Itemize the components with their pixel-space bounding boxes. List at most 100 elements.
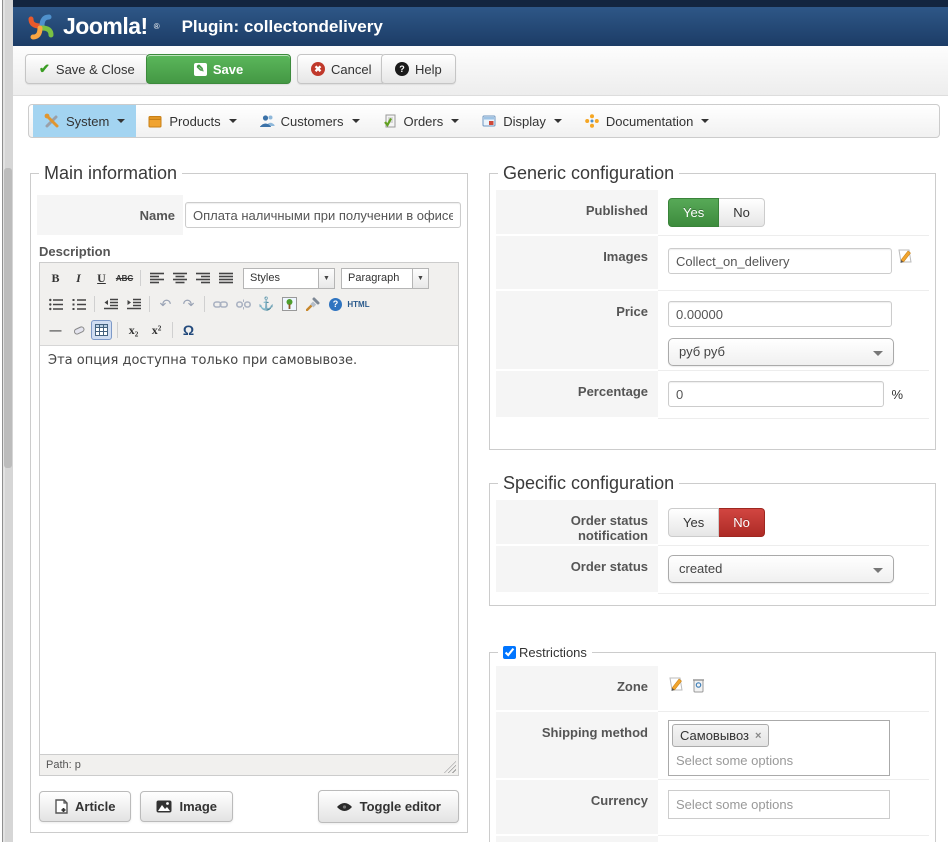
editor-path-bar: Path: p bbox=[40, 754, 458, 775]
image-button[interactable]: Image bbox=[140, 791, 234, 822]
insert-image-button[interactable] bbox=[279, 294, 300, 314]
chevron-down-icon bbox=[351, 119, 360, 123]
percent-suffix: % bbox=[891, 387, 904, 402]
price-label: Price bbox=[496, 291, 658, 371]
subscript-button[interactable]: x₂ bbox=[123, 320, 144, 340]
published-yes-button[interactable]: Yes bbox=[668, 198, 720, 227]
outdent-button[interactable] bbox=[100, 294, 121, 314]
table-button[interactable] bbox=[91, 320, 112, 340]
menu-item-documentation[interactable]: Documentation bbox=[573, 105, 720, 137]
save-button[interactable]: ✎ Save bbox=[146, 54, 291, 84]
undo-button[interactable]: ↶ bbox=[155, 294, 176, 314]
edit-pencil-icon[interactable] bbox=[897, 248, 913, 265]
order-status-label: Order status bbox=[496, 546, 658, 594]
generic-configuration-fieldset: Generic configuration Published Yes No I… bbox=[489, 163, 936, 450]
price-currency-select[interactable]: руб руб bbox=[668, 338, 894, 366]
clipped-next-row bbox=[496, 836, 929, 842]
article-icon bbox=[55, 799, 68, 814]
save-close-button[interactable]: ✔ Save & Close bbox=[25, 54, 149, 84]
menu-item-customers[interactable]: Customers bbox=[248, 105, 371, 137]
check-icon: ✔ bbox=[39, 61, 50, 76]
price-input[interactable] bbox=[668, 301, 892, 327]
redo-button[interactable]: ↷ bbox=[178, 294, 199, 314]
toolbar-separator bbox=[94, 296, 95, 312]
paragraph-format-select[interactable]: Paragraph ▼ bbox=[341, 267, 429, 289]
image-icon bbox=[156, 800, 172, 813]
zone-row: Zone bbox=[496, 666, 929, 712]
numbered-list-button[interactable] bbox=[68, 294, 89, 314]
bullet-list-button[interactable] bbox=[45, 294, 66, 314]
cancel-icon: ✖ bbox=[311, 62, 325, 76]
html-source-button[interactable]: HTML bbox=[347, 294, 369, 314]
align-right-button[interactable] bbox=[192, 268, 213, 288]
help-icon: ? bbox=[329, 297, 342, 311]
notification-yes-button[interactable]: Yes bbox=[668, 508, 720, 537]
wrench-icon bbox=[44, 113, 59, 128]
name-label: Name bbox=[37, 195, 183, 235]
generic-configuration-legend: Generic configuration bbox=[503, 163, 675, 183]
chevron-down-icon: ▼ bbox=[412, 268, 428, 288]
name-input[interactable] bbox=[185, 202, 461, 228]
remove-link-button[interactable] bbox=[233, 294, 254, 314]
menu-item-system[interactable]: System bbox=[33, 105, 137, 137]
restrictions-checkbox[interactable] bbox=[503, 646, 516, 659]
shipping-method-multiselect[interactable]: Самовывоз × Select some options bbox=[668, 720, 890, 776]
superscript-button[interactable]: x² bbox=[146, 320, 167, 340]
help-button[interactable]: ? Help bbox=[381, 54, 456, 84]
users-icon bbox=[259, 115, 275, 127]
bold-button[interactable]: B bbox=[45, 268, 66, 288]
zone-trash-icon[interactable] bbox=[692, 677, 705, 693]
anchor-button[interactable]: ⚓ bbox=[256, 294, 277, 314]
percentage-input[interactable] bbox=[668, 381, 884, 407]
remove-tag-icon[interactable]: × bbox=[755, 730, 761, 742]
menu-item-products[interactable]: Products bbox=[136, 105, 247, 137]
display-icon bbox=[482, 115, 496, 127]
menu-item-orders[interactable]: Orders bbox=[371, 105, 471, 137]
joomla-admin-page: Joomla! ® Plugin: collectondelivery ✔ Sa… bbox=[0, 0, 948, 842]
zone-edit-pencil-icon[interactable] bbox=[668, 676, 684, 693]
restrictions-legend: Restrictions bbox=[498, 645, 592, 660]
cleanup-brush-button[interactable] bbox=[302, 294, 323, 314]
styles-select[interactable]: Styles ▼ bbox=[243, 267, 335, 289]
indent-button[interactable] bbox=[123, 294, 144, 314]
insert-link-button[interactable] bbox=[210, 294, 231, 314]
scrollbar-thumb[interactable] bbox=[4, 168, 12, 468]
special-character-button[interactable]: Ω bbox=[178, 320, 199, 340]
notification-no-button[interactable]: No bbox=[719, 508, 765, 537]
currency-multiselect[interactable]: Select some options bbox=[668, 790, 890, 819]
page-title: Plugin: collectondelivery bbox=[181, 16, 383, 36]
left-scrollbar[interactable] bbox=[0, 0, 13, 842]
italic-button[interactable]: I bbox=[68, 268, 89, 288]
remove-formatting-button[interactable] bbox=[68, 320, 89, 340]
toolbar-separator bbox=[172, 322, 173, 338]
menu-item-display[interactable]: Display bbox=[470, 105, 573, 137]
cancel-button[interactable]: ✖ Cancel bbox=[297, 54, 386, 84]
chevron-down-icon bbox=[117, 119, 126, 123]
align-center-button[interactable] bbox=[169, 268, 190, 288]
align-justify-button[interactable] bbox=[215, 268, 236, 288]
header: Joomla! ® Plugin: collectondelivery bbox=[13, 0, 948, 46]
order-status-select[interactable]: created bbox=[668, 555, 894, 583]
strikethrough-button[interactable]: ABC bbox=[114, 268, 135, 288]
restrictions-fieldset: Restrictions Zone Shipping method Самовы… bbox=[489, 645, 936, 842]
resize-grip[interactable] bbox=[444, 761, 456, 773]
currency-label: Currency bbox=[496, 780, 658, 836]
eye-icon bbox=[336, 802, 352, 811]
order-status-row: Order status created bbox=[496, 546, 929, 594]
images-row: Images bbox=[496, 236, 929, 291]
images-input[interactable] bbox=[668, 248, 892, 274]
article-button[interactable]: Article bbox=[39, 791, 132, 822]
shipping-method-row: Shipping method Самовывоз × Select some … bbox=[496, 712, 929, 780]
editor-help-button[interactable]: ? bbox=[325, 294, 346, 314]
underline-button[interactable]: U bbox=[91, 268, 112, 288]
main-information-fieldset: Main information Name Description B I U … bbox=[30, 163, 468, 833]
toggle-editor-button[interactable]: Toggle editor bbox=[317, 790, 459, 823]
editor-content-area[interactable]: Эта опция доступна только при самовывозе… bbox=[40, 346, 458, 754]
joomla-logo: Joomla! ® bbox=[25, 11, 160, 43]
align-left-button[interactable] bbox=[146, 268, 167, 288]
description-label: Description bbox=[39, 244, 111, 259]
description-editor: B I U ABC Styles ▼ Paragraph ▼ ↶ ↷ ⚓ ? H… bbox=[39, 262, 459, 776]
published-no-button[interactable]: No bbox=[719, 198, 765, 227]
horizontal-rule-button[interactable]: — bbox=[45, 320, 66, 340]
chevron-down-icon bbox=[553, 119, 562, 123]
